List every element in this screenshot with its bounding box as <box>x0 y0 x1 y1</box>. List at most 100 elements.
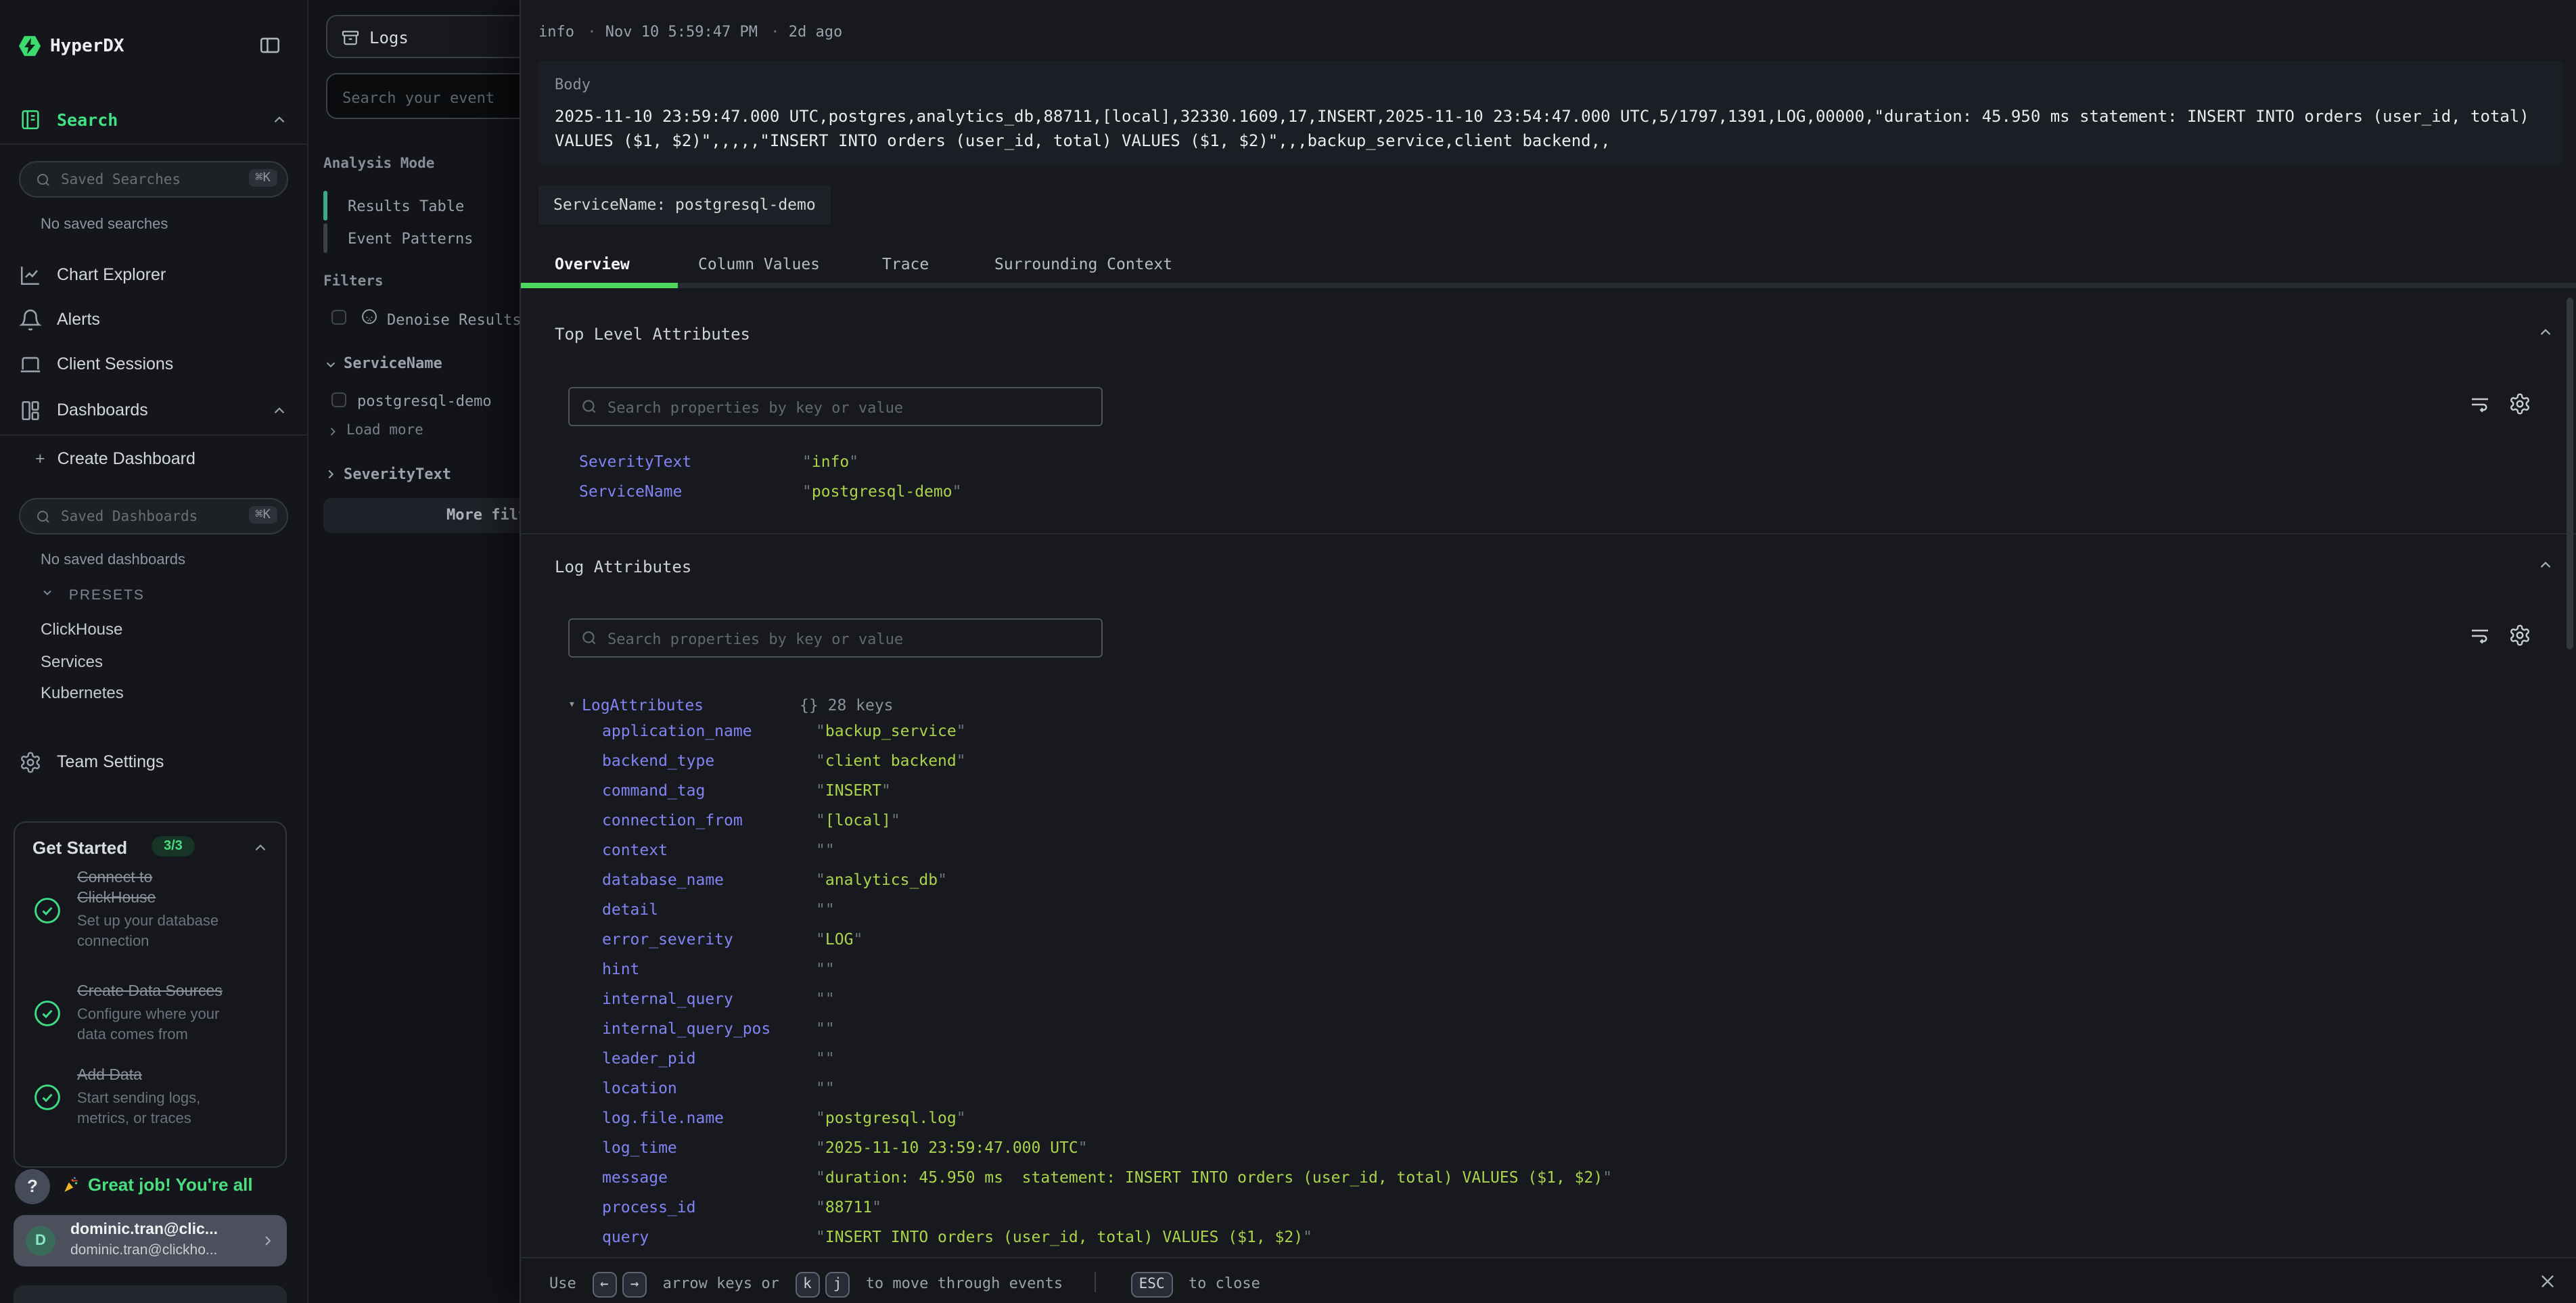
source-selector-button[interactable]: Logs <box>326 15 520 58</box>
attribute-value[interactable]: "" <box>816 989 835 1008</box>
attribute-value[interactable]: "" <box>816 1019 835 1038</box>
attribute-value[interactable]: "client backend" <box>816 751 966 770</box>
log-attributes-search-input[interactable]: Search properties by key or value <box>568 618 1103 658</box>
tab-surrounding-context[interactable]: Surrounding Context <box>994 254 1172 273</box>
body-card[interactable]: Body 2025-11-10 23:59:47.000 UTC,postgre… <box>538 61 2562 165</box>
attribute-key[interactable]: internal_query_pos <box>602 1019 770 1038</box>
event-search-input[interactable]: Search your event <box>326 73 520 119</box>
event-timestamp: Nov 10 5:59:47 PM <box>605 23 758 41</box>
wrap-lines-icon[interactable] <box>2469 625 2491 647</box>
attribute-key[interactable]: database_name <box>602 870 724 889</box>
attribute-key[interactable]: LogAttributes <box>582 695 704 714</box>
collapse-section-icon[interactable] <box>2537 556 2554 574</box>
create-dashboard-button[interactable]: +Create Dashboard <box>35 449 196 468</box>
get-started-item[interactable]: Connect to ClickHouse Set up your databa… <box>32 869 275 951</box>
sidebar-item-search[interactable]: Search <box>0 106 307 135</box>
denoise-checkbox[interactable] <box>331 310 346 325</box>
attribute-key[interactable]: SeverityText <box>579 452 691 471</box>
attribute-key[interactable]: location <box>602 1078 677 1097</box>
chevron-up-icon[interactable] <box>252 839 269 856</box>
attribute-value[interactable]: "[local]" <box>816 810 900 829</box>
attribute-value[interactable]: "" <box>816 900 835 919</box>
attribute-value[interactable]: "duration: 45.950 ms statement: INSERT I… <box>816 1168 1612 1187</box>
close-icon[interactable] <box>2538 1272 2557 1291</box>
service-checkbox[interactable] <box>331 392 346 407</box>
wrap-lines-icon[interactable] <box>2469 394 2491 415</box>
sidebar-collapse-icon[interactable] <box>258 34 281 57</box>
attribute-key[interactable]: process_id <box>602 1197 696 1216</box>
search-icon <box>35 509 51 525</box>
sidebar-item-alerts[interactable]: Alerts <box>0 306 307 336</box>
tab-overview[interactable]: Overview <box>555 254 630 273</box>
attribute-key[interactable]: backend_type <box>602 751 714 770</box>
body-label: Body <box>555 76 591 93</box>
group-label: SeverityText <box>344 465 451 483</box>
attribute-key[interactable]: command_tag <box>602 781 705 800</box>
attribute-key[interactable]: message <box>602 1168 668 1187</box>
preset-clickhouse[interactable]: ClickHouse <box>41 620 122 639</box>
sidebar-item-label: Search <box>57 110 118 130</box>
presets-toggle[interactable]: PRESETS <box>41 586 145 603</box>
attribute-key[interactable]: leader_pid <box>602 1049 696 1068</box>
braces-icon: {} <box>800 695 819 714</box>
attribute-value[interactable]: "INSERT" <box>816 781 891 800</box>
attribute-key[interactable]: log_time <box>602 1138 677 1157</box>
search-book-icon <box>19 108 42 131</box>
service-name-tag[interactable]: ServiceName: postgresql-demo <box>538 185 831 225</box>
expand-triangle-icon[interactable]: ▾ <box>568 698 576 712</box>
log-attributes-root-row[interactable]: ▾ LogAttributes {} 28 keys <box>521 693 2576 723</box>
sidebar-item-chart-explorer[interactable]: Chart Explorer <box>0 261 307 291</box>
sidebar-item-client-sessions[interactable]: Client Sessions <box>0 350 307 380</box>
preset-kubernetes[interactable]: Kubernetes <box>41 683 124 702</box>
attribute-value[interactable]: "" <box>816 840 835 859</box>
scrollbar-thumb[interactable] <box>2567 298 2573 649</box>
chevron-up-icon[interactable] <box>271 111 288 129</box>
tab-trace[interactable]: Trace <box>882 254 929 273</box>
attribute-key[interactable]: application_name <box>602 721 752 740</box>
get-started-item[interactable]: Add Data Start sending logs, metrics, or… <box>32 1066 275 1128</box>
attribute-row: connection_from "[local]" <box>521 810 2576 840</box>
chevron-up-icon[interactable] <box>271 402 288 419</box>
user-menu[interactable]: D dominic.tran@clic... dominic.tran@clic… <box>14 1215 287 1266</box>
get-started-item[interactable]: Create Data Sources Configure where your… <box>32 982 275 1045</box>
top-level-search-input[interactable]: Search properties by key or value <box>568 387 1103 426</box>
kbd-j: j <box>825 1272 850 1298</box>
help-bubble-button[interactable]: ? <box>15 1169 50 1204</box>
source-selector-label: Logs <box>369 28 409 47</box>
attribute-key[interactable]: context <box>602 840 668 859</box>
attribute-key[interactable]: query <box>602 1227 649 1246</box>
sidebar-item-dashboards[interactable]: Dashboards <box>0 396 307 426</box>
attribute-key[interactable]: connection_from <box>602 810 743 829</box>
chevron-down-icon <box>41 587 60 603</box>
attribute-value[interactable]: "INSERT INTO orders (user_id, total) VAL… <box>816 1227 1312 1246</box>
attribute-key[interactable]: error_severity <box>602 930 733 948</box>
attribute-key[interactable]: log.file.name <box>602 1108 724 1127</box>
user-name: dominic.tran@clic... <box>70 1222 218 1238</box>
attribute-key[interactable]: detail <box>602 900 658 919</box>
preset-services[interactable]: Services <box>41 652 103 671</box>
bottom-banner[interactable]: Product updates <box>14 1285 287 1303</box>
attribute-key[interactable]: hint <box>602 959 639 978</box>
attribute-value[interactable]: "postgresql-demo" <box>802 482 961 501</box>
gear-icon[interactable] <box>2508 624 2531 647</box>
attribute-key[interactable]: internal_query <box>602 989 733 1008</box>
tab-column-values[interactable]: Column Values <box>698 254 820 273</box>
sidebar-item-team-settings[interactable]: Team Settings <box>0 748 307 778</box>
attribute-value[interactable]: "backup_service" <box>816 721 966 740</box>
collapse-section-icon[interactable] <box>2537 323 2554 341</box>
attribute-value[interactable]: "" <box>816 1049 835 1068</box>
attribute-value[interactable]: "88711" <box>816 1197 881 1216</box>
gear-icon[interactable] <box>2508 392 2531 415</box>
attribute-value[interactable]: "postgresql.log" <box>816 1108 966 1127</box>
attribute-value[interactable]: "LOG" <box>816 930 862 948</box>
attribute-value[interactable]: "2025-11-10 23:59:47.000 UTC" <box>816 1138 1088 1157</box>
attribute-value[interactable]: "info" <box>802 452 858 471</box>
more-filters-button[interactable]: More filters <box>323 498 520 533</box>
attribute-value[interactable]: "" <box>816 1078 835 1097</box>
attribute-value[interactable]: "" <box>816 959 835 978</box>
attribute-key[interactable]: ServiceName <box>579 482 682 501</box>
saved-searches-input[interactable]: Saved Searches ⌘K <box>19 161 288 198</box>
attribute-value[interactable]: "analytics_db" <box>816 870 947 889</box>
saved-dashboards-input[interactable]: Saved Dashboards ⌘K <box>19 498 288 534</box>
sidebar-item-label: Chart Explorer <box>57 265 166 284</box>
